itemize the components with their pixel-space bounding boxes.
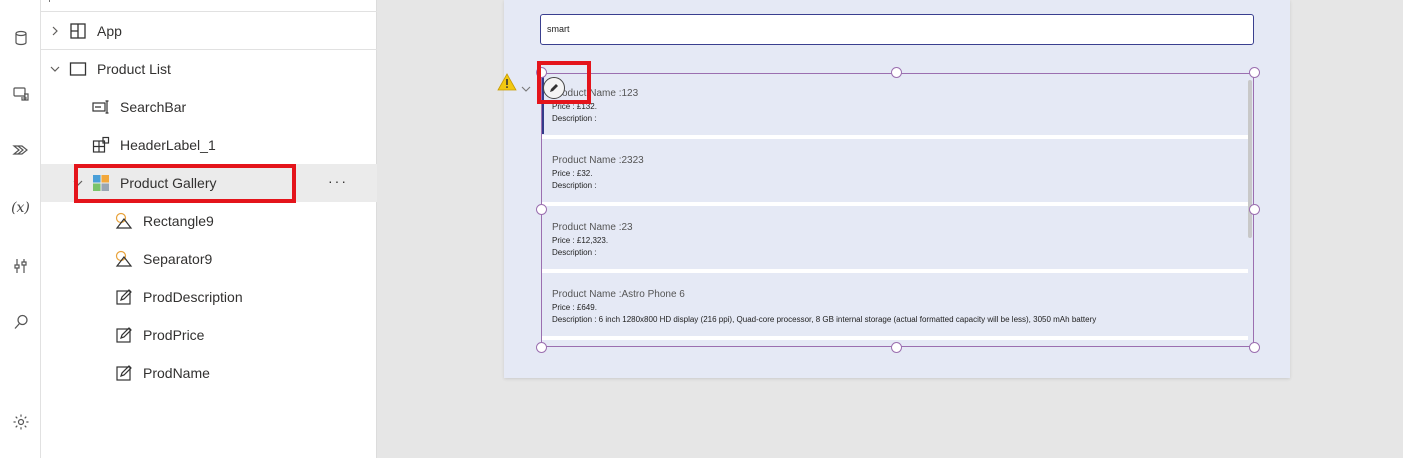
power-automate-icon[interactable]: [0, 138, 41, 162]
tree-item-label: ProdName: [143, 365, 210, 381]
design-canvas: smart Product Name :123 Price : £132. De…: [377, 0, 1403, 458]
gallery-item[interactable]: Product Name :123 Price : £132. Descript…: [542, 74, 1248, 141]
tree-item-proddescription[interactable]: ProdDescription: [41, 278, 377, 316]
prod-price[interactable]: Price : £32.: [552, 169, 592, 178]
variables-icon[interactable]: (x): [0, 196, 41, 220]
tree-item-label: Product List: [97, 61, 171, 77]
resize-handle-top[interactable]: [891, 67, 902, 78]
label-edit-icon: [115, 326, 133, 344]
prod-description[interactable]: Description :: [552, 114, 596, 123]
tree-item-label: ProdDescription: [143, 289, 243, 305]
app-icon: [69, 22, 87, 40]
chevron-down-icon[interactable]: [49, 63, 61, 75]
tree-item-separator9[interactable]: Separator9: [41, 240, 377, 278]
tree-item-label: SearchBar: [120, 99, 187, 115]
gallery-item[interactable]: Product Name :Astro Phone 6 Price : £649…: [542, 275, 1248, 342]
label-edit-icon: [115, 288, 133, 306]
prod-description[interactable]: Description :: [552, 248, 596, 257]
tree-top-divider: [41, 0, 377, 12]
gallery-icon: [92, 174, 110, 192]
prod-name[interactable]: Product Name :123: [552, 88, 638, 99]
chevron-right-icon[interactable]: [49, 25, 61, 37]
text-input-icon: [92, 98, 110, 116]
tree-item-label: Rectangle9: [143, 213, 214, 229]
prod-name[interactable]: Product Name :23: [552, 222, 633, 233]
shapes-icon: [115, 250, 133, 268]
tree-item-prodprice[interactable]: ProdPrice: [41, 316, 377, 354]
gallery-item[interactable]: Product Name :23 Price : £12,323. Descri…: [542, 208, 1248, 275]
edit-gallery-icon[interactable]: [543, 77, 565, 99]
more-options-button[interactable]: ···: [328, 173, 348, 189]
tree-item-app[interactable]: App: [41, 12, 377, 50]
settings-icon[interactable]: [0, 410, 41, 434]
advanced-tools-icon[interactable]: [0, 254, 41, 278]
tree-item-product-list[interactable]: Product List: [41, 50, 377, 88]
resize-handle-left[interactable]: [536, 204, 547, 215]
tree-item-label: ProdPrice: [143, 327, 205, 343]
chevron-down-icon[interactable]: [72, 177, 84, 189]
separator: [542, 269, 1248, 273]
prod-description[interactable]: Description :: [552, 181, 596, 190]
chevron-down-icon[interactable]: [521, 79, 531, 92]
tree-view-panel: App Product List SearchBar HeaderLabel_1: [41, 0, 377, 458]
app-screen-product-list[interactable]: smart Product Name :123 Price : £132. De…: [504, 0, 1290, 378]
left-icon-rail: (x): [0, 0, 41, 458]
tree-item-product-gallery[interactable]: Product Gallery ···: [41, 164, 377, 202]
label-edit-icon: [115, 364, 133, 382]
product-gallery[interactable]: Product Name :123 Price : £132. Descript…: [541, 73, 1254, 347]
prod-description[interactable]: Description : 6 inch 1280x800 HD display…: [552, 315, 1096, 324]
prod-name[interactable]: Product Name :Astro Phone 6: [552, 289, 685, 300]
resize-handle-top-left[interactable]: [536, 67, 547, 78]
tree-item-rectangle9[interactable]: Rectangle9: [41, 202, 377, 240]
prod-price[interactable]: Price : £132.: [552, 102, 597, 111]
prod-price[interactable]: Price : £12,323.: [552, 236, 608, 245]
power-apps-studio: (x) App Product List SearchBar HeaderLab…: [0, 0, 1403, 458]
resize-handle-bottom-left[interactable]: [536, 342, 547, 353]
resize-handle-bottom[interactable]: [891, 342, 902, 353]
tree-item-label: App: [97, 23, 122, 39]
container-icon: [92, 136, 110, 154]
search-icon[interactable]: [0, 310, 41, 334]
resize-handle-right[interactable]: [1249, 204, 1260, 215]
resize-handle-bottom-right[interactable]: [1249, 342, 1260, 353]
shapes-icon: [115, 212, 133, 230]
search-input[interactable]: smart: [540, 14, 1254, 45]
separator: [542, 336, 1248, 340]
tree-item-searchbar[interactable]: SearchBar: [41, 88, 377, 126]
gallery-item[interactable]: Product Name :2323 Price : £32. Descript…: [542, 141, 1248, 208]
resize-handle-top-right[interactable]: [1249, 67, 1260, 78]
data-icon[interactable]: [0, 26, 41, 50]
tree-item-prodname[interactable]: ProdName: [41, 354, 377, 392]
separator: [542, 135, 1248, 139]
tree-item-label: Product Gallery: [120, 175, 217, 191]
prod-price[interactable]: Price : £649.: [552, 303, 597, 312]
prod-name[interactable]: Product Name :2323: [552, 155, 644, 166]
screen-icon: [69, 60, 87, 78]
separator: [542, 202, 1248, 206]
tree-item-label: HeaderLabel_1: [120, 137, 216, 153]
tree-item-headerlabel[interactable]: HeaderLabel_1: [41, 126, 377, 164]
media-icon[interactable]: [0, 82, 41, 106]
warning-icon[interactable]: [497, 73, 517, 91]
tree-item-label: Separator9: [143, 251, 213, 267]
